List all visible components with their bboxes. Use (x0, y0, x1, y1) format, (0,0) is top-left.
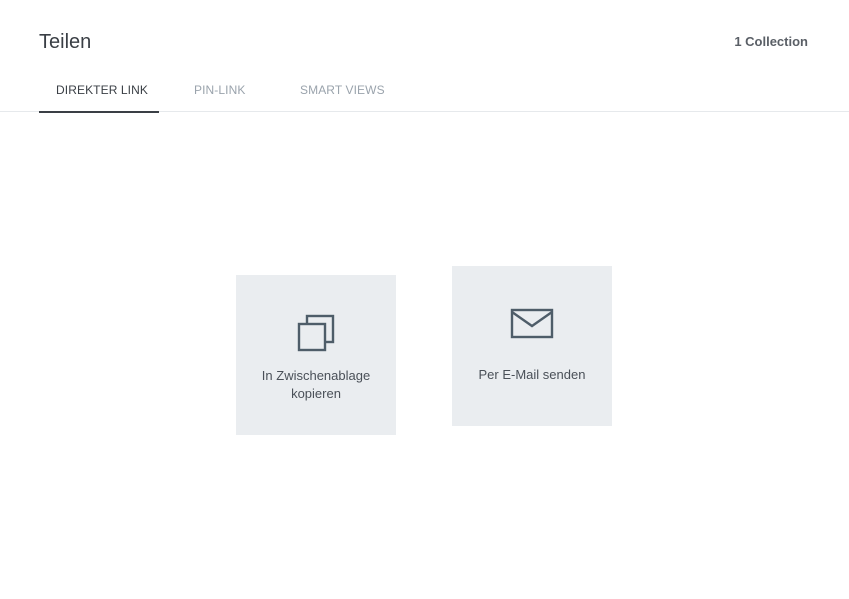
send-email-button[interactable]: Per E-Mail senden (452, 266, 612, 426)
email-button-label: Per E-Mail senden (478, 367, 586, 382)
page-title: Teilen (39, 31, 92, 53)
copy-to-clipboard-button[interactable]: In Zwischenablage kopieren (236, 275, 396, 435)
copy-label-line2: kopieren (291, 386, 341, 401)
tab-pin-link[interactable]: PIN-LINK (159, 70, 263, 112)
tab-smart-views[interactable]: SMART VIEWS (263, 70, 413, 112)
copy-icon (294, 311, 338, 355)
selection-count: 1 Collection (734, 34, 808, 49)
envelope-icon (510, 302, 554, 346)
share-tabs: DIREKTER LINK PIN-LINK SMART VIEWS (39, 70, 413, 113)
copy-label-line1: In Zwischenablage (261, 368, 371, 383)
share-header: Teilen 1 Collection DIREKTER LINK PIN-LI… (0, 0, 849, 113)
tab-direct-link[interactable]: DIREKTER LINK (39, 70, 159, 113)
copy-button-label: In Zwischenablage kopieren (246, 367, 386, 403)
